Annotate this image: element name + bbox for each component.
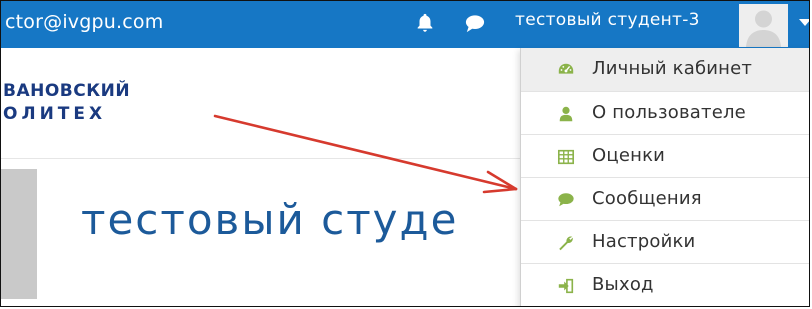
logo-text-line1: ВАНОВСКИЙ (3, 81, 131, 101)
dashboard-icon (558, 63, 574, 74)
top-navbar: ctor@ivgpu.com тестовый студент-3 (1, 1, 810, 48)
user-avatar[interactable] (739, 4, 788, 47)
avatar-silhouette-icon (739, 4, 788, 47)
sign-out-icon (558, 278, 574, 294)
page-frame: ctor@ivgpu.com тестовый студент-3 ВАНОВС… (0, 0, 810, 307)
menu-item-label: Настройки (592, 231, 696, 252)
divider (1, 158, 521, 159)
chat-icon[interactable] (464, 14, 486, 34)
menu-item-grades[interactable]: Оценки (521, 134, 809, 177)
chevron-down-icon[interactable] (798, 18, 810, 28)
menu-item-messages[interactable]: Сообщения (521, 177, 809, 220)
menu-item-label: Личный кабинет (592, 58, 753, 79)
menu-item-profile[interactable]: О пользователе (521, 91, 809, 134)
user-dropdown-menu: Личный кабинет О пользователе Оценки Соо… (520, 48, 809, 306)
menu-item-label: Оценки (592, 145, 666, 166)
email-text: ctor@ivgpu.com (5, 11, 164, 33)
bell-icon[interactable] (414, 12, 436, 34)
menu-item-label: О пользователе (592, 102, 746, 123)
menu-item-label: Выход (592, 274, 654, 295)
wrench-icon (559, 236, 573, 251)
logo-text-line2: ОЛИТЕХ (3, 104, 107, 124)
profile-title: тестовый студе (81, 195, 459, 244)
menu-item-label: Сообщения (592, 188, 702, 209)
user-menu-name[interactable]: тестовый студент-3 (515, 10, 700, 30)
table-icon (557, 149, 575, 165)
comment-icon (558, 193, 574, 207)
menu-item-settings[interactable]: Настройки (521, 220, 809, 263)
profile-picture (1, 169, 37, 299)
menu-item-logout[interactable]: Выход (521, 263, 809, 306)
menu-item-dashboard[interactable]: Личный кабинет (521, 48, 809, 91)
user-icon (559, 106, 573, 122)
